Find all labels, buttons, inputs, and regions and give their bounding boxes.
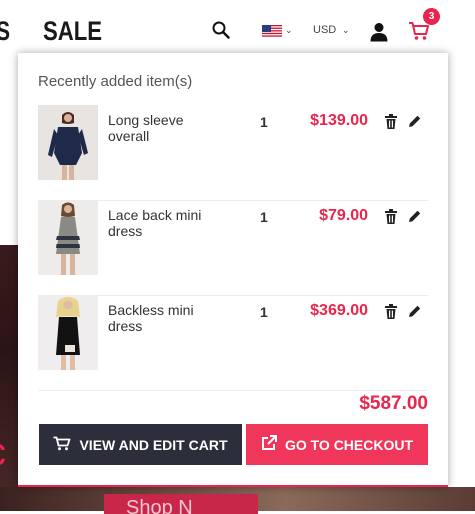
hero-shop-now-button[interactable]: Shop N	[104, 494, 258, 514]
cart-item: Long sleeve overall 1 $139.00	[38, 105, 428, 201]
item-quantity: 1	[260, 304, 268, 320]
user-icon[interactable]	[370, 22, 388, 47]
checkout-label: GO TO CHECKOUT	[284, 436, 414, 453]
hero-partial-text: c	[0, 430, 6, 475]
item-price: $369.00	[310, 302, 368, 319]
item-name[interactable]: Backless mini dress	[108, 302, 218, 334]
cart-count-badge: 3	[423, 8, 440, 25]
item-price: $79.00	[319, 207, 368, 224]
mini-cart-title: Recently added item(s)	[38, 73, 193, 90]
cart-item: Backless mini dress 1 $369.00	[38, 295, 428, 391]
item-quantity: 1	[260, 209, 268, 225]
cart-total: $587.00	[359, 393, 428, 414]
product-thumbnail[interactable]	[38, 105, 98, 180]
search-icon[interactable]	[212, 21, 230, 44]
nav-item-sale[interactable]: SALE	[43, 16, 102, 47]
item-quantity: 1	[260, 114, 268, 130]
item-price: $139.00	[310, 112, 368, 129]
product-thumbnail[interactable]	[38, 200, 98, 275]
product-thumbnail[interactable]	[38, 295, 98, 370]
view-edit-cart-button[interactable]: VIEW AND EDIT CART	[39, 424, 242, 465]
cart-item: Lace back mini dress 1 $79.00	[38, 200, 428, 296]
currency-chevron-down-icon[interactable]: ⌄	[342, 25, 350, 36]
language-chevron-down-icon[interactable]: ⌄	[285, 25, 293, 36]
external-link-icon	[261, 435, 277, 454]
pencil-icon[interactable]	[408, 209, 422, 228]
cart-icon	[53, 436, 71, 454]
checkout-button[interactable]: GO TO CHECKOUT	[246, 424, 428, 465]
trash-icon[interactable]	[384, 209, 398, 229]
view-edit-cart-label: VIEW AND EDIT CART	[79, 436, 228, 453]
pencil-icon[interactable]	[408, 114, 422, 133]
currency-selector[interactable]: USD	[313, 24, 336, 36]
item-name[interactable]: Lace back mini dress	[108, 207, 218, 239]
nav-item-partial[interactable]: S	[0, 16, 10, 47]
item-name[interactable]: Long sleeve overall	[108, 112, 218, 144]
trash-icon[interactable]	[384, 304, 398, 324]
trash-icon[interactable]	[384, 114, 398, 134]
mini-cart-dropdown: Recently added item(s) Long sleeve overa…	[18, 53, 448, 487]
cart-icon[interactable]	[408, 21, 430, 46]
us-flag-icon[interactable]	[262, 25, 282, 38]
pencil-icon[interactable]	[408, 304, 422, 323]
